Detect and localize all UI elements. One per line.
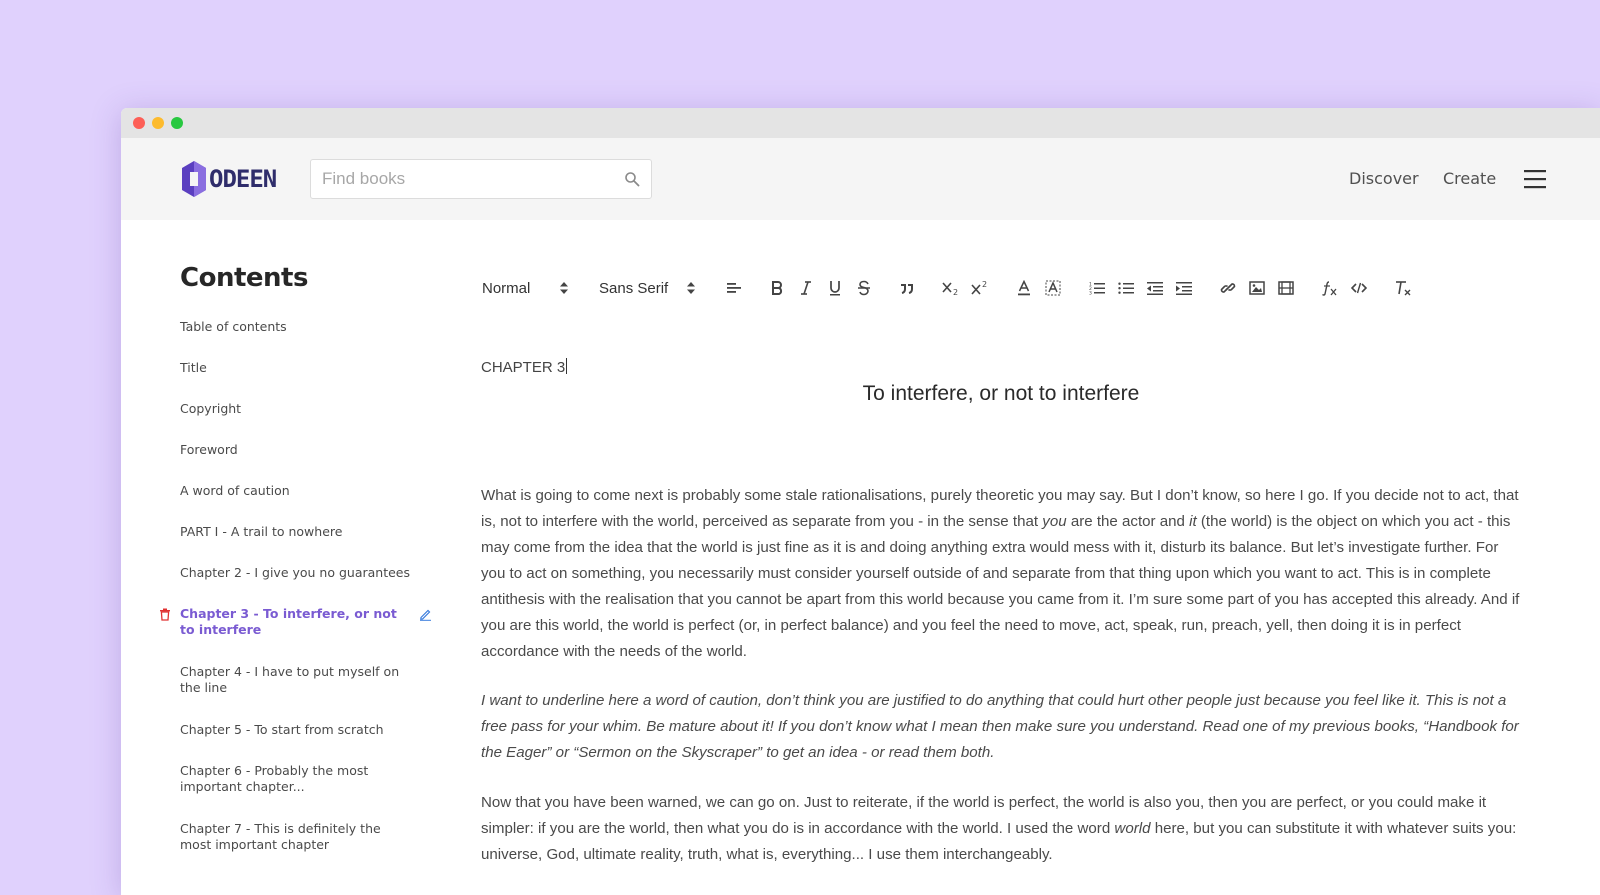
text-color-button[interactable] xyxy=(1013,273,1035,303)
underline-button[interactable] xyxy=(824,273,846,303)
chapter-title[interactable]: To interfere, or not to interfere xyxy=(481,382,1521,406)
logo-text: ODEEN xyxy=(209,165,277,193)
paragraph-1-emphasis-you: you xyxy=(1042,513,1067,530)
superscript-button[interactable]: 2 xyxy=(969,273,991,303)
align-left-button[interactable] xyxy=(723,273,745,303)
odeen-logo[interactable]: ODEEN xyxy=(181,159,277,199)
subscript-button[interactable]: 2 xyxy=(940,273,962,303)
formula-button[interactable] xyxy=(1319,273,1341,303)
text-color-icon xyxy=(1018,280,1030,296)
paragraph-1-emphasis-it: it xyxy=(1189,513,1197,530)
align-left-icon xyxy=(727,283,741,293)
pencil-edit-icon[interactable] xyxy=(419,608,432,621)
link-button[interactable] xyxy=(1217,273,1239,303)
video-icon xyxy=(1278,281,1294,295)
bold-button[interactable] xyxy=(766,273,788,303)
chapter-label[interactable]: CHAPTER 3 xyxy=(481,358,568,376)
select-arrows-icon xyxy=(560,282,568,294)
blockquote-button[interactable] xyxy=(896,273,918,303)
app-header: ODEEN Discover Create xyxy=(121,138,1600,220)
window-maximize-button[interactable] xyxy=(171,117,183,129)
superscript-icon: 2 xyxy=(971,280,987,295)
toc-item-chapter-3-active[interactable]: Chapter 3 - To interfere, or not to inte… xyxy=(160,606,431,638)
toc-item-label: Chapter 3 - To interfere, or not to inte… xyxy=(180,606,397,637)
paragraph-1-text-c: (the world) is the object on which you a… xyxy=(481,513,1520,660)
contents-sidebar: Contents Table of contents Title Copyrig… xyxy=(160,263,450,852)
code-icon xyxy=(1351,282,1367,294)
toc-item-word-of-caution[interactable]: A word of caution xyxy=(180,483,410,499)
hexagon-logo-icon xyxy=(182,161,206,197)
code-button[interactable] xyxy=(1348,273,1370,303)
ordered-list-button[interactable]: 123 xyxy=(1086,273,1108,303)
indent-button[interactable] xyxy=(1173,273,1195,303)
window-minimize-button[interactable] xyxy=(152,117,164,129)
search-box xyxy=(310,159,652,199)
paragraph-1-text-b: are the actor and xyxy=(1066,513,1190,530)
paragraph-3-emphasis-world: world xyxy=(1114,820,1151,837)
italic-button[interactable] xyxy=(795,273,817,303)
app-window: ODEEN Discover Create Contents Table of … xyxy=(121,108,1600,895)
bold-icon xyxy=(772,281,783,295)
font-select-value: Sans Serif xyxy=(599,279,669,297)
search-input[interactable] xyxy=(311,160,611,198)
clear-format-button[interactable] xyxy=(1392,273,1414,303)
clear-format-icon xyxy=(1396,281,1411,296)
chapter-label-text: CHAPTER 3 xyxy=(481,359,566,376)
bullet-list-icon xyxy=(1118,282,1134,294)
bullet-list-button[interactable] xyxy=(1115,273,1137,303)
outdent-button[interactable] xyxy=(1144,273,1166,303)
toc-item-chapter-6[interactable]: Chapter 6 - Probably the most important … xyxy=(180,763,410,795)
hamburger-menu-icon[interactable] xyxy=(1523,168,1547,190)
toc-item-part-1[interactable]: PART I - A trail to nowhere xyxy=(180,524,410,540)
editor-toolbar: Normal Sans Serif 2 2 1 2 3 xyxy=(482,273,1442,303)
svg-text:3: 3 xyxy=(1089,291,1092,296)
nav-create-link[interactable]: Create xyxy=(1443,169,1496,188)
indent-icon xyxy=(1176,282,1192,295)
toc-item-copyright[interactable]: Copyright xyxy=(180,401,410,417)
paragraph-3[interactable]: Now that you have been warned, we can go… xyxy=(481,790,1521,868)
blockquote-icon xyxy=(901,284,913,294)
video-button[interactable] xyxy=(1275,273,1297,303)
toc-item-chapter-4[interactable]: Chapter 4 - I have to put myself on the … xyxy=(180,664,410,696)
toc-item-foreword[interactable]: Foreword xyxy=(180,442,410,458)
background-color-icon xyxy=(1045,280,1061,296)
trash-icon[interactable] xyxy=(159,608,171,621)
heading-select-value: Normal xyxy=(482,279,531,297)
search-icon[interactable] xyxy=(624,171,640,187)
svg-text:2: 2 xyxy=(953,288,958,296)
contents-heading: Contents xyxy=(180,263,308,293)
image-icon xyxy=(1249,281,1265,295)
underline-icon xyxy=(830,281,840,296)
image-button[interactable] xyxy=(1246,273,1268,303)
toc-item-chapter-2[interactable]: Chapter 2 - I give you no guarantees xyxy=(180,565,410,581)
strike-button[interactable] xyxy=(853,273,875,303)
select-arrows-icon xyxy=(687,282,695,294)
toc-item-chapter-7[interactable]: Chapter 7 - This is definitely the most … xyxy=(180,821,410,853)
svg-text:2: 2 xyxy=(982,280,987,289)
toc-item-chapter-5[interactable]: Chapter 5 - To start from scratch xyxy=(180,722,410,738)
strike-icon xyxy=(858,280,870,296)
nav-discover-link[interactable]: Discover xyxy=(1349,169,1419,188)
subscript-icon: 2 xyxy=(942,282,958,296)
italic-icon xyxy=(801,281,811,295)
heading-select[interactable]: Normal xyxy=(482,273,577,303)
text-cursor xyxy=(566,358,568,374)
toc-item-title[interactable]: Title xyxy=(180,360,410,376)
font-select[interactable]: Sans Serif xyxy=(599,273,699,303)
outdent-icon xyxy=(1147,282,1163,295)
window-close-button[interactable] xyxy=(133,117,145,129)
link-icon xyxy=(1220,283,1236,293)
paragraph-1[interactable]: What is going to come next is probably s… xyxy=(481,483,1521,665)
window-titlebar xyxy=(121,108,1600,138)
ordered-list-icon: 123 xyxy=(1089,282,1105,296)
toc-item-table-of-contents[interactable]: Table of contents xyxy=(180,319,410,335)
paragraph-2-caution[interactable]: I want to underline here a word of cauti… xyxy=(481,688,1521,766)
background-color-button[interactable] xyxy=(1042,273,1064,303)
formula-icon xyxy=(1322,281,1337,296)
